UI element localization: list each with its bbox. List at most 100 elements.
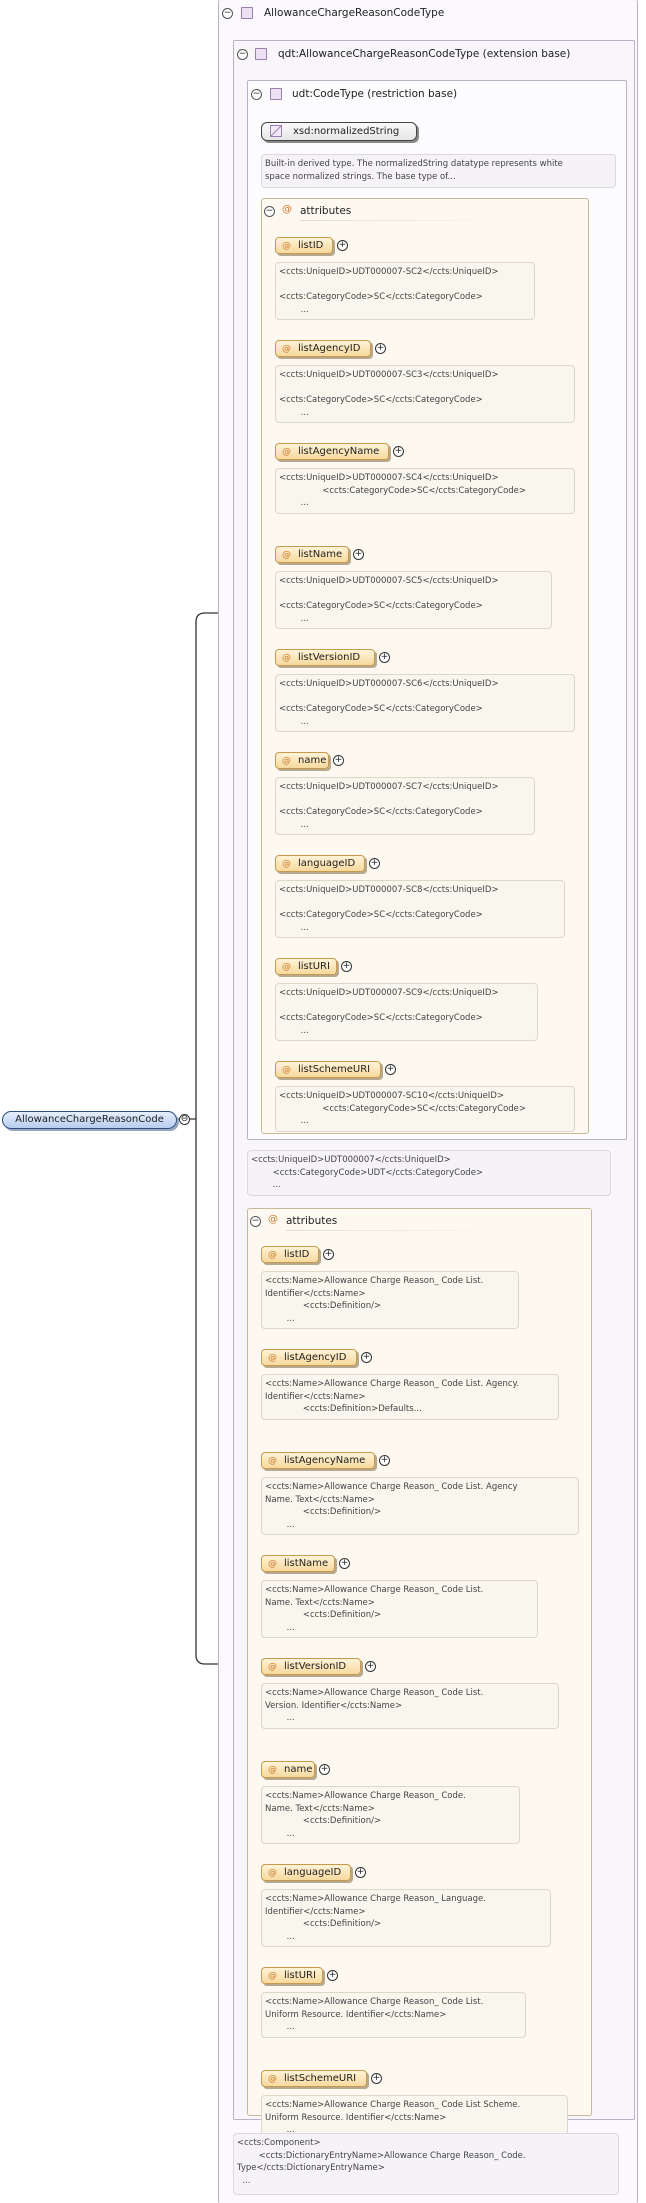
attribute-expand-button[interactable]: +: [353, 549, 364, 560]
attribute-listAgencyName[interactable]: @ listAgencyName: [275, 443, 389, 460]
attribute-expand-button[interactable]: +: [369, 858, 380, 869]
attribute-listID[interactable]: @ listID: [261, 1246, 319, 1263]
attribute-expand-button[interactable]: +: [365, 1661, 376, 1672]
udt-attributes-collapse-button[interactable]: −: [264, 206, 275, 217]
attribute-icon: @: [282, 241, 291, 251]
attribute-listSchemeURI[interactable]: @ listSchemeURI: [275, 1061, 381, 1078]
attribute-expand-button[interactable]: +: [385, 1064, 396, 1075]
attribute-icon: @: [268, 1250, 277, 1260]
attribute-label: listID: [298, 240, 324, 251]
attribute-listSchemeURI[interactable]: @ listSchemeURI: [261, 2070, 367, 2087]
component-doc: <ccts:Component> <ccts:DictionaryEntryNa…: [233, 2133, 619, 2195]
attribute-label: listURI: [284, 1970, 316, 1981]
attribute-icon: @: [268, 1868, 277, 1878]
qdt-attributes-title: attributes: [286, 1215, 338, 1227]
attribute-label: listAgencyID: [284, 1352, 347, 1363]
attribute-languageID[interactable]: @ languageID: [275, 855, 365, 872]
attribute-label: listSchemeURI: [298, 1064, 371, 1075]
attribute-doc: <ccts:Name>Allowance Charge Reason_ Lang…: [261, 1889, 551, 1947]
udt-type-title: udt:CodeType (restriction base): [292, 88, 458, 100]
attribute-label: languageID: [298, 858, 356, 869]
udt-attributes-title: attributes: [300, 205, 352, 217]
attribute-listAgencyID[interactable]: @ listAgencyID: [275, 340, 371, 357]
attribute-expand-button[interactable]: +: [361, 1352, 372, 1363]
udt-attributes-header-line: [300, 220, 510, 221]
attribute-listName[interactable]: @ listName: [261, 1555, 335, 1572]
attribute-expand-button[interactable]: +: [355, 1867, 366, 1878]
attribute-listName[interactable]: @ listName: [275, 546, 349, 563]
qdt-type-icon: [255, 48, 267, 60]
udt-attributes-icon: @: [282, 204, 292, 215]
qdt-collapse-button[interactable]: −: [237, 49, 248, 60]
attribute-icon: @: [282, 653, 291, 663]
attribute-doc: <ccts:Name>Allowance Charge Reason_ Code…: [261, 1683, 559, 1729]
qdt-attributes-header-line: [286, 1230, 506, 1231]
udt-collapse-button[interactable]: −: [251, 89, 262, 100]
attribute-expand-button[interactable]: +: [379, 652, 390, 663]
attribute-doc: <ccts:UniqueID>UDT000007-SC4</ccts:Uniqu…: [275, 468, 575, 514]
attribute-expand-button[interactable]: +: [379, 1455, 390, 1466]
attribute-expand-button[interactable]: +: [393, 446, 404, 457]
attribute-doc: <ccts:UniqueID>UDT000007-SC5</ccts:Uniqu…: [275, 571, 552, 629]
attribute-languageID[interactable]: @ languageID: [261, 1864, 351, 1881]
udt-doc: <ccts:UniqueID>UDT000007</ccts:UniqueID>…: [247, 1150, 611, 1196]
attribute-name[interactable]: @ name: [275, 752, 329, 769]
attribute-label: listID: [284, 1249, 310, 1260]
attribute-icon: @: [282, 962, 291, 972]
root-element[interactable]: AllowanceChargeReasonCode: [2, 1111, 177, 1129]
qdt-type-title: qdt:AllowanceChargeReasonCodeType (exten…: [278, 48, 571, 60]
attribute-doc: <ccts:Name>Allowance Charge Reason_ Code…: [261, 1477, 579, 1535]
attribute-doc: <ccts:UniqueID>UDT000007-SC6</ccts:Uniqu…: [275, 674, 575, 732]
complex-type-collapse-button[interactable]: −: [222, 8, 233, 19]
udt-type-icon: [270, 88, 282, 100]
attribute-label: languageID: [284, 1867, 342, 1878]
xsd-type-box[interactable]: xsd:normalizedString: [261, 122, 417, 141]
attribute-listAgencyName[interactable]: @ listAgencyName: [261, 1452, 375, 1469]
attribute-icon: @: [268, 1559, 277, 1569]
attribute-listURI[interactable]: @ listURI: [261, 1967, 323, 1984]
attribute-icon: @: [282, 550, 291, 560]
root-collapse-button[interactable]: ⊖: [179, 1114, 190, 1125]
attribute-listVersionID[interactable]: @ listVersionID: [275, 649, 375, 666]
attribute-label: listURI: [298, 961, 330, 972]
xsd-type-icon-slash: [270, 125, 282, 137]
attribute-expand-button[interactable]: +: [375, 343, 386, 354]
attribute-expand-button[interactable]: +: [319, 1764, 330, 1775]
qdt-attributes-collapse-button[interactable]: −: [250, 1216, 261, 1227]
attribute-doc: <ccts:UniqueID>UDT000007-SC2</ccts:Uniqu…: [275, 262, 535, 320]
attribute-label: listAgencyID: [298, 343, 361, 354]
attribute-label: listAgencyName: [298, 446, 380, 457]
attribute-label: name: [298, 755, 327, 766]
attribute-expand-button[interactable]: +: [341, 961, 352, 972]
attribute-doc: <ccts:Name>Allowance Charge Reason_ Code…: [261, 1374, 559, 1420]
attribute-doc: <ccts:Name>Allowance Charge Reason_ Code…: [261, 1992, 526, 2038]
attribute-name[interactable]: @ name: [261, 1761, 315, 1778]
attribute-expand-button[interactable]: +: [337, 240, 348, 251]
attribute-label: name: [284, 1764, 313, 1775]
attribute-doc: <ccts:UniqueID>UDT000007-SC9</ccts:Uniqu…: [275, 983, 538, 1041]
attribute-expand-button[interactable]: +: [327, 1970, 338, 1981]
xsd-type-doc: Built-in derived type. The normalizedStr…: [261, 154, 616, 188]
attribute-listVersionID[interactable]: @ listVersionID: [261, 1658, 361, 1675]
attribute-icon: @: [282, 447, 291, 457]
attribute-expand-button[interactable]: +: [323, 1249, 334, 1260]
attribute-icon: @: [268, 1662, 277, 1672]
attribute-label: listVersionID: [298, 652, 361, 663]
attribute-label: listName: [298, 549, 343, 560]
attribute-doc: <ccts:Name>Allowance Charge Reason_ Code…: [261, 1271, 519, 1329]
attribute-doc: <ccts:UniqueID>UDT000007-SC8</ccts:Uniqu…: [275, 880, 565, 938]
attribute-listURI[interactable]: @ listURI: [275, 958, 337, 975]
attribute-icon: @: [282, 1065, 291, 1075]
attribute-listAgencyID[interactable]: @ listAgencyID: [261, 1349, 357, 1366]
attribute-icon: @: [282, 344, 291, 354]
attribute-label: listAgencyName: [284, 1455, 366, 1466]
xsd-type-label: xsd:normalizedString: [293, 126, 400, 137]
attribute-expand-button[interactable]: +: [339, 1558, 350, 1569]
attribute-expand-button[interactable]: +: [371, 2073, 382, 2084]
attribute-doc: <ccts:UniqueID>UDT000007-SC7</ccts:Uniqu…: [275, 777, 535, 835]
attribute-expand-button[interactable]: +: [333, 755, 344, 766]
complex-type-title: AllowanceChargeReasonCodeType: [264, 7, 445, 19]
attribute-listID[interactable]: @ listID: [275, 237, 333, 254]
attribute-icon: @: [268, 1765, 277, 1775]
attribute-doc: <ccts:Name>Allowance Charge Reason_ Code…: [261, 1786, 520, 1844]
